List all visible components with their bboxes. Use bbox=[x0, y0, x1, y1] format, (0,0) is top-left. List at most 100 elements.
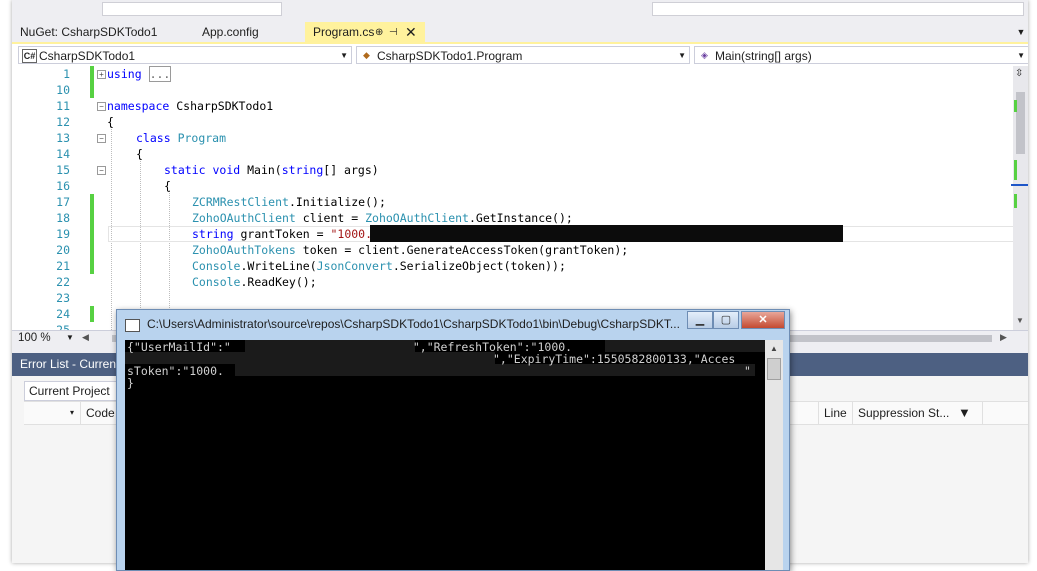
pin-icon[interactable]: ⊕ bbox=[375, 22, 383, 43]
tab-app-config[interactable]: App.config bbox=[194, 22, 304, 43]
navigation-bar: C# CsharpSDKTodo1 ▼ ◆ CsharpSDKTodo1.Pro… bbox=[12, 44, 1028, 67]
line-number: 13 bbox=[56, 131, 70, 145]
console-line: sToken":"1000. " bbox=[127, 365, 751, 377]
type-name: ZCRMRestClient bbox=[192, 195, 289, 209]
keyword: using bbox=[107, 67, 142, 81]
keyword: string bbox=[281, 163, 324, 177]
namespace-name: CsharpSDKTodo1 bbox=[169, 99, 274, 113]
chevron-down-icon[interactable]: ▼ bbox=[678, 47, 686, 63]
chevron-down-icon[interactable]: ▼ bbox=[1017, 47, 1025, 63]
chevron-down-icon[interactable]: ▼ bbox=[340, 47, 348, 63]
line-number: 15 bbox=[56, 163, 70, 177]
console-text: {"UserMailId":" bbox=[127, 340, 231, 354]
console-window[interactable]: C:\Users\Administrator\source\repos\Csha… bbox=[116, 309, 790, 571]
collapsed-region[interactable]: ... bbox=[148, 66, 172, 82]
code-text: [] args) bbox=[323, 163, 379, 177]
project-dropdown[interactable]: C# CsharpSDKTodo1 ▼ bbox=[18, 46, 352, 64]
toolbar-strip bbox=[12, 0, 1028, 20]
chevron-down-icon[interactable]: ▼ bbox=[1016, 22, 1026, 43]
split-icon[interactable]: ⇳ bbox=[1015, 68, 1023, 79]
code-line-14: { bbox=[136, 146, 143, 162]
keyword: string bbox=[192, 227, 234, 241]
tab-label: NuGet: CsharpSDKTodo1 bbox=[20, 25, 158, 39]
column-line[interactable]: Line bbox=[824, 402, 847, 424]
scrollbar-thumb[interactable] bbox=[767, 358, 781, 380]
code-line-11: namespace CsharpSDKTodo1 bbox=[107, 98, 273, 114]
member-dropdown[interactable]: ◈ Main(string[] args) ▼ bbox=[694, 46, 1028, 64]
scroll-right-arrow-icon[interactable]: ▶ bbox=[1000, 332, 1007, 343]
close-button[interactable]: ✕ bbox=[741, 311, 785, 329]
console-title: C:\Users\Administrator\source\repos\Csha… bbox=[147, 317, 680, 331]
line-number: 20 bbox=[56, 243, 70, 257]
collapse-icon[interactable]: − bbox=[97, 166, 106, 175]
minimize-button[interactable]: ▁ bbox=[687, 311, 713, 329]
scrollbar-thumb[interactable] bbox=[1016, 92, 1025, 154]
code-line-1: using ... bbox=[107, 66, 172, 82]
column-suppression[interactable]: Suppression St... bbox=[858, 402, 949, 424]
scroll-left-arrow-icon[interactable]: ◀ bbox=[82, 332, 89, 343]
type-name: Console bbox=[192, 259, 241, 273]
tab-label: App.config bbox=[202, 25, 259, 39]
line-number: 21 bbox=[56, 259, 70, 273]
code-line-19: string grantToken = "1000. bbox=[192, 226, 372, 242]
line-number: 16 bbox=[56, 179, 70, 193]
line-number: 17 bbox=[56, 195, 70, 209]
zoom-level[interactable]: 100 % bbox=[18, 332, 70, 345]
chevron-down-icon[interactable]: ▼ bbox=[66, 333, 74, 342]
expand-icon[interactable]: + bbox=[97, 70, 106, 79]
tab-nuget[interactable]: NuGet: CsharpSDKTodo1 bbox=[12, 22, 192, 43]
line-number: 22 bbox=[56, 275, 70, 289]
column-divider bbox=[80, 402, 81, 424]
collapse-icon[interactable]: − bbox=[97, 102, 106, 111]
keyword: class bbox=[136, 131, 171, 145]
close-icon[interactable]: ✕ bbox=[405, 22, 417, 43]
code-editor[interactable]: 1 10 11 12 13 14 15 16 17 18 19 20 21 22… bbox=[12, 66, 1028, 330]
redaction-box bbox=[370, 225, 843, 242]
sort-icon[interactable]: ▾ bbox=[70, 402, 74, 424]
scope-dropdown[interactable]: Current Project bbox=[24, 381, 120, 401]
column-code[interactable]: Code bbox=[86, 402, 115, 424]
console-output[interactable]: {"UserMailId":" ","RefreshToken":"1000. "… bbox=[125, 340, 765, 570]
member-name: Main(string[] args) bbox=[715, 49, 812, 63]
line-number: 24 bbox=[56, 307, 70, 321]
keyword: void bbox=[212, 163, 241, 177]
toolbar-field[interactable] bbox=[102, 2, 282, 16]
maximize-button[interactable]: ▢ bbox=[713, 311, 739, 329]
line-number: 10 bbox=[56, 83, 70, 97]
collapse-icon[interactable]: − bbox=[97, 134, 106, 143]
code-line-17: ZCRMRestClient.Initialize(); bbox=[192, 194, 386, 210]
tab-label: Program.cs bbox=[313, 25, 375, 39]
code-text: grantToken = bbox=[233, 227, 331, 241]
tab-program-cs[interactable]: Program.cs ⊕ ⊣ ✕ bbox=[305, 22, 425, 43]
filter-icon[interactable]: ▼ bbox=[958, 402, 971, 424]
type-name: Console bbox=[192, 275, 241, 289]
dock-icon[interactable]: ⊣ bbox=[389, 22, 398, 43]
code-text: .SerializeObject(token)); bbox=[392, 259, 566, 273]
line-number: 18 bbox=[56, 211, 70, 225]
code-line-22: Console.ReadKey(); bbox=[192, 274, 317, 290]
code-line-18: ZohoOAuthClient client = ZohoOAuthClient… bbox=[192, 210, 573, 226]
code-line-13: class Program bbox=[136, 130, 226, 146]
document-tab-bar: NuGet: CsharpSDKTodo1 App.config Program… bbox=[12, 22, 1028, 43]
change-marker bbox=[90, 82, 94, 98]
type-name: ZohoOAuthClient bbox=[365, 211, 469, 225]
keyword: static bbox=[164, 163, 206, 177]
line-number: 23 bbox=[56, 291, 70, 305]
console-text: sToken":"1000. bbox=[127, 364, 224, 378]
type-name: ZohoOAuthTokens bbox=[192, 243, 296, 257]
class-dropdown[interactable]: ◆ CsharpSDKTodo1.Program ▼ bbox=[356, 46, 690, 64]
caret-position-marker bbox=[1011, 184, 1028, 186]
code-text: .ReadKey(); bbox=[240, 275, 317, 289]
line-number: 25 bbox=[56, 323, 70, 330]
code-line-15: static void Main(string[] args) bbox=[164, 162, 379, 178]
brace: { bbox=[164, 179, 171, 193]
toolbar-field[interactable] bbox=[652, 2, 1024, 16]
column-divider bbox=[852, 402, 853, 424]
type-name: JsonConvert bbox=[316, 259, 393, 273]
code-line-12: { bbox=[107, 114, 114, 130]
redaction-blur bbox=[605, 340, 765, 352]
code-line-20: ZohoOAuthTokens token = client.GenerateA… bbox=[192, 242, 628, 258]
scroll-down-arrow-icon[interactable]: ▼ bbox=[1016, 316, 1024, 325]
code-line-16: { bbox=[164, 178, 171, 194]
scroll-up-arrow-icon[interactable]: ▲ bbox=[765, 341, 783, 357]
